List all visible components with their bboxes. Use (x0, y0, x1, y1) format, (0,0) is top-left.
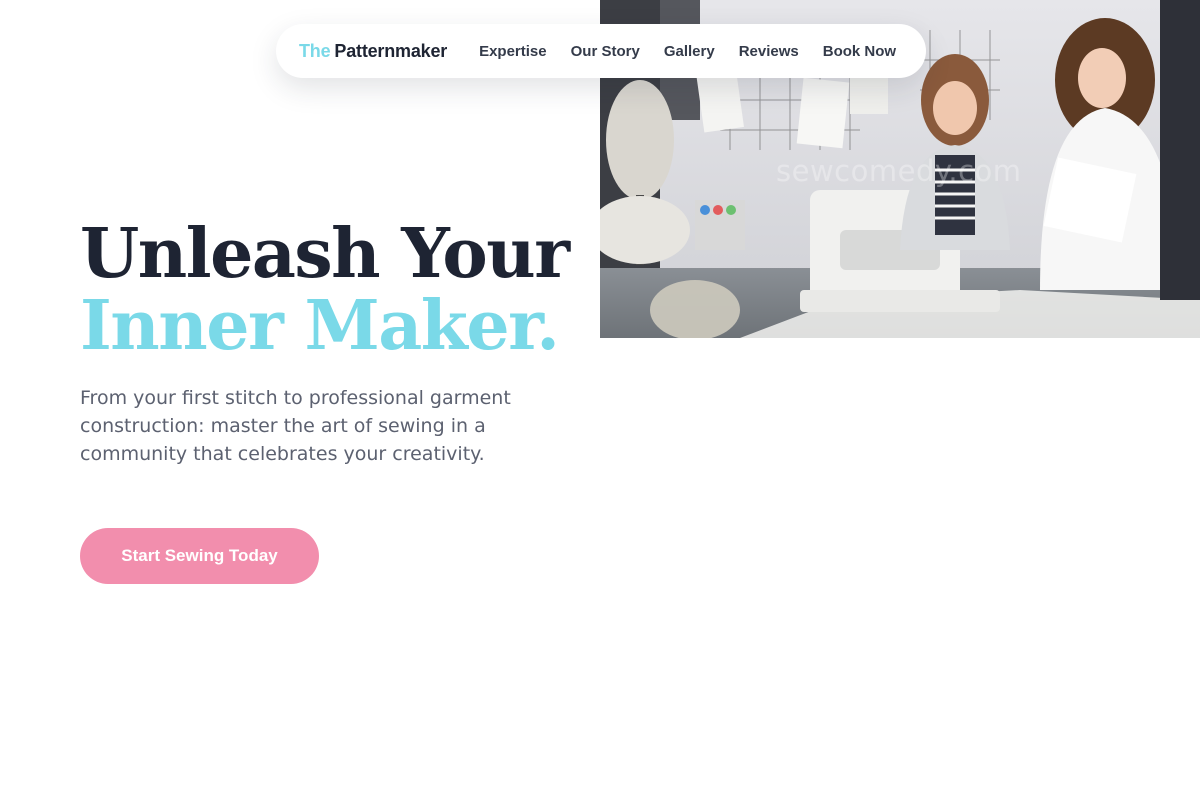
nav-links: Expertise Our Story Gallery Reviews Book… (479, 43, 896, 60)
nav-link-expertise[interactable]: Expertise (479, 43, 547, 60)
brand-name: Patternmaker (334, 40, 448, 61)
brand-logo[interactable]: The Patternmaker (299, 41, 447, 62)
start-sewing-button[interactable]: Start Sewing Today (80, 528, 319, 584)
nav-link-gallery[interactable]: Gallery (664, 43, 715, 60)
nav-link-book-now[interactable]: Book Now (823, 43, 896, 60)
headline-line-2: Inner Maker. (80, 286, 560, 366)
nav-link-our-story[interactable]: Our Story (571, 43, 640, 60)
photo-watermark: sewcomedy.com (776, 154, 1022, 188)
brand-prefix: The (299, 40, 331, 61)
top-navbar: The Patternmaker Expertise Our Story Gal… (276, 24, 926, 78)
hero-subtext: From your first stitch to professional g… (80, 387, 511, 465)
hero-headline: Unleash Your Inner Maker. (80, 214, 570, 366)
nav-link-reviews[interactable]: Reviews (739, 43, 799, 60)
headline-line-1: Unleash Your (80, 214, 570, 294)
